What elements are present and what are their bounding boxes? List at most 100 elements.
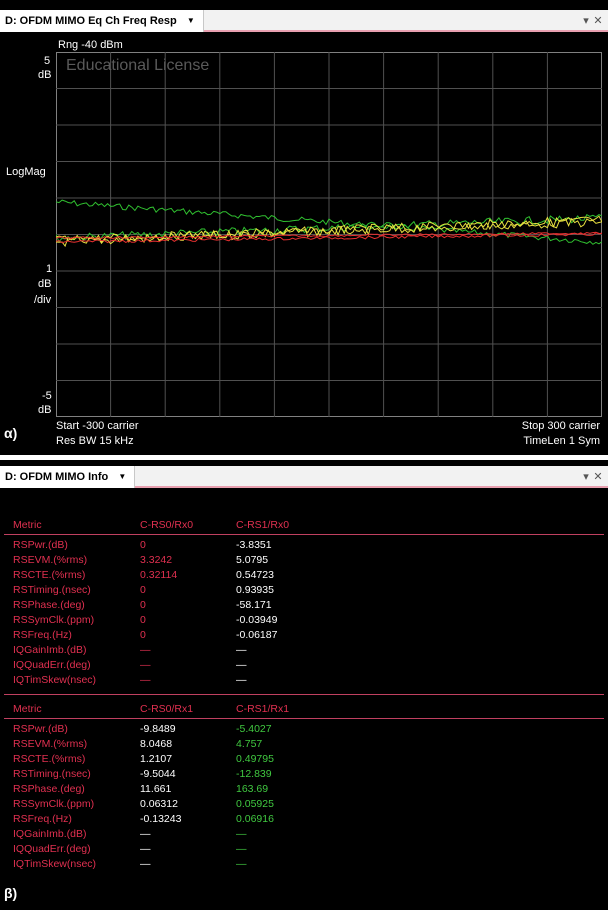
metric-name: RSPhase.(deg) bbox=[13, 599, 85, 611]
table-row: IQQuadErr.(deg) — — bbox=[8, 659, 600, 674]
metric-name: IQTimSkew(nsec) bbox=[13, 674, 97, 686]
table-row: RSCTE.(%rms) 0.32114 0.54723 bbox=[8, 569, 600, 584]
metric-value: 1.2107 bbox=[140, 753, 173, 765]
column-header: Metric bbox=[13, 519, 42, 531]
metric-value: — bbox=[140, 659, 151, 671]
watermark: Educational License bbox=[66, 57, 209, 74]
freq-resp-panel: D: OFDM MIMO Eq Ch Freq Resp ▼ ▾ ✕ Rng -4… bbox=[0, 0, 608, 455]
metric-value: — bbox=[140, 674, 151, 686]
metric-value: — bbox=[236, 828, 247, 840]
y-scale-div: /div bbox=[34, 294, 52, 306]
window-buttons: ▾ ✕ bbox=[580, 466, 604, 488]
table-row: RSPwr.(dB) -9.8489 -5.4027 bbox=[8, 723, 600, 738]
stop-label: Stop 300 carrier bbox=[521, 420, 600, 432]
y-format-label: LogMag bbox=[6, 166, 46, 178]
range-label: Rng -40 dBm bbox=[58, 39, 123, 51]
table-row: RSTiming.(nsec) -9.5044 -12.839 bbox=[8, 768, 600, 783]
metric-name: IQGainImb.(dB) bbox=[13, 828, 87, 840]
alpha-label: α) bbox=[4, 425, 18, 441]
metric-value: — bbox=[236, 659, 247, 671]
freq-resp-tab-title: D: OFDM MIMO Eq Ch Freq Resp bbox=[5, 15, 177, 27]
y-scale-unit: dB bbox=[38, 278, 52, 290]
timelen-label: TimeLen 1 Sym bbox=[523, 435, 600, 447]
column-header: C-RS1/Rx1 bbox=[236, 703, 290, 715]
table-row: RSSymClk.(ppm) 0.06312 0.05925 bbox=[8, 798, 600, 813]
metric-value: 3.3242 bbox=[140, 554, 173, 566]
table-row: RSPwr.(dB) 0 -3.8351 bbox=[8, 539, 600, 554]
metric-name: RSTiming.(nsec) bbox=[13, 584, 91, 596]
metric-value: — bbox=[140, 843, 151, 855]
table-row: RSPhase.(deg) 0 -58.171 bbox=[8, 599, 600, 614]
y-top-unit: dB bbox=[38, 69, 52, 81]
tab-dropdown-icon[interactable]: ▼ bbox=[118, 466, 126, 488]
metric-value: — bbox=[236, 843, 247, 855]
table-row: RSEVM.(%rms) 8.0468 4.757 bbox=[8, 738, 600, 753]
res-bw-label: Res BW 15 kHz bbox=[56, 435, 134, 447]
tab-dropdown-icon[interactable]: ▼ bbox=[187, 10, 195, 32]
metric-value: 0 bbox=[140, 584, 146, 596]
freq-resp-tab[interactable]: D: OFDM MIMO Eq Ch Freq Resp ▼ bbox=[0, 10, 204, 32]
close-icon[interactable]: ✕ bbox=[592, 10, 604, 32]
metric-value: — bbox=[236, 858, 247, 870]
metric-value: -9.5044 bbox=[140, 768, 176, 780]
metric-value: 0.93935 bbox=[236, 584, 274, 596]
table-row: RSSymClk.(ppm) 0 -0.03949 bbox=[8, 614, 600, 629]
metric-value: 0.54723 bbox=[236, 569, 274, 581]
table-row: IQQuadErr.(deg) — — bbox=[8, 843, 600, 858]
metric-value: — bbox=[140, 644, 151, 656]
column-header: C-RS0/Rx1 bbox=[140, 703, 194, 715]
metric-value: -58.171 bbox=[236, 599, 272, 611]
metric-name: RSEVM.(%rms) bbox=[13, 554, 88, 566]
table-row: RSFreq.(Hz) 0 -0.06187 bbox=[8, 629, 600, 644]
metric-value: 0.06916 bbox=[236, 813, 274, 825]
y-top-value: 5 bbox=[44, 55, 51, 67]
table-row: IQTimSkew(nsec) — — bbox=[8, 674, 600, 689]
minimize-icon[interactable]: ▾ bbox=[580, 466, 592, 488]
metric-value: 0 bbox=[140, 539, 146, 551]
metric-value: 0.06312 bbox=[140, 798, 178, 810]
metric-value: -9.8489 bbox=[140, 723, 176, 735]
close-icon[interactable]: ✕ bbox=[592, 466, 604, 488]
mimo-info-panel: D: OFDM MIMO Info ▼ ▾ ✕ Metric C-RS0/Rx0 C-… bbox=[0, 460, 608, 910]
mimo-info-tab-title: D: OFDM MIMO Info bbox=[5, 471, 109, 483]
metric-name: RSSymClk.(ppm) bbox=[13, 798, 95, 810]
table-row: RSCTE.(%rms) 1.2107 0.49795 bbox=[8, 753, 600, 768]
table-row: RSFreq.(Hz) -0.13243 0.06916 bbox=[8, 813, 600, 828]
metric-value: -0.13243 bbox=[140, 813, 182, 825]
table-row: RSTiming.(nsec) 0 0.93935 bbox=[8, 584, 600, 599]
table-divider bbox=[4, 694, 604, 695]
freq-resp-titlebar: D: OFDM MIMO Eq Ch Freq Resp ▼ ▾ ✕ bbox=[0, 10, 608, 32]
metric-name: RSSymClk.(ppm) bbox=[13, 614, 95, 626]
table-row: IQGainImb.(dB) — — bbox=[8, 644, 600, 659]
metric-value: 11.661 bbox=[140, 783, 172, 795]
table-header: Metric C-RS0/Rx1 C-RS1/Rx1 bbox=[8, 703, 600, 718]
metric-value: 163.69 bbox=[236, 783, 269, 795]
mimo-info-tab[interactable]: D: OFDM MIMO Info ▼ bbox=[0, 466, 136, 488]
minimize-icon[interactable]: ▾ bbox=[580, 10, 592, 32]
metric-value: 0 bbox=[140, 614, 146, 626]
y-scale-value: 1 bbox=[46, 263, 53, 275]
metric-value: 5.0795 bbox=[236, 554, 269, 566]
beta-label: β) bbox=[4, 885, 18, 901]
metric-value: — bbox=[236, 674, 247, 686]
table-header: Metric C-RS0/Rx0 C-RS1/Rx0 bbox=[8, 519, 600, 534]
metric-value: 0.05925 bbox=[236, 798, 274, 810]
metric-name: RSFreq.(Hz) bbox=[13, 813, 72, 825]
metric-value: 0.49795 bbox=[236, 753, 274, 765]
y-bottom-value: -5 bbox=[42, 390, 52, 402]
metric-value: -0.03949 bbox=[236, 614, 278, 626]
table-divider bbox=[4, 718, 604, 719]
metric-value: -5.4027 bbox=[236, 723, 272, 735]
window-buttons: ▾ ✕ bbox=[580, 10, 604, 32]
table-row: IQGainImb.(dB) — — bbox=[8, 828, 600, 843]
column-header: C-RS0/Rx0 bbox=[140, 519, 194, 531]
metric-name: RSFreq.(Hz) bbox=[13, 629, 72, 641]
metric-name: RSPwr.(dB) bbox=[13, 723, 68, 735]
metric-value: -3.8351 bbox=[236, 539, 272, 551]
table-divider bbox=[4, 534, 604, 535]
metric-name: RSPhase.(deg) bbox=[13, 783, 85, 795]
metric-name: IQQuadErr.(deg) bbox=[13, 659, 91, 671]
freq-resp-plot[interactable]: Educational License bbox=[56, 52, 602, 417]
table-row: RSEVM.(%rms) 3.3242 5.0795 bbox=[8, 554, 600, 569]
metric-value: -12.839 bbox=[236, 768, 272, 780]
